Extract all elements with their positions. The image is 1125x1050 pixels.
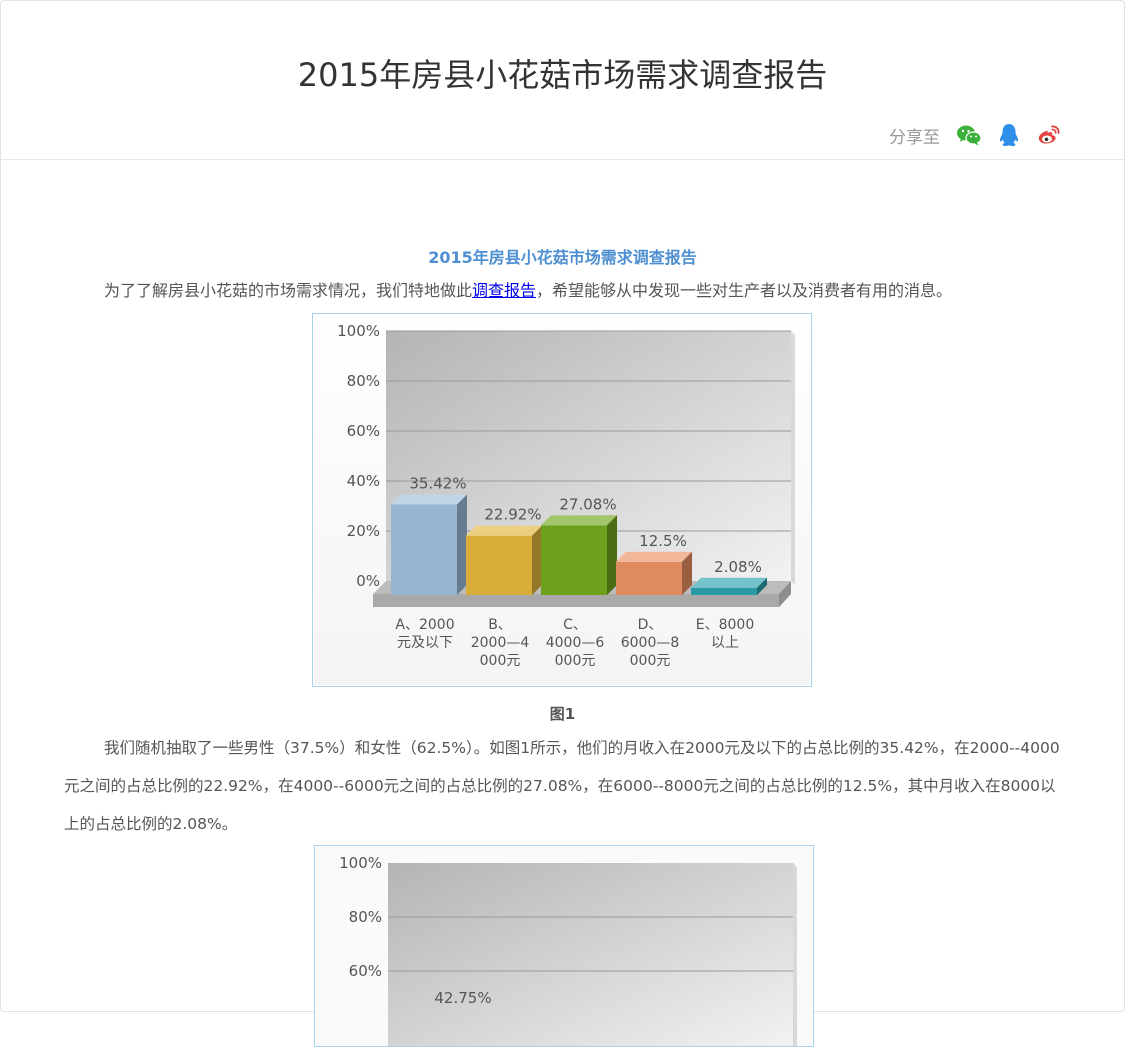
y-tick-label: 100% <box>339 854 382 872</box>
intro-paragraph: 为了了解房县小花菇的市场需求情况，我们特地做此调查报告，希望能够从中发现一些对生… <box>64 281 1061 301</box>
plot-side-wall <box>791 331 795 585</box>
income-chart-svg: 0% 20% 40% 60% 80% 100% 35.42% A、2000 元及以下 22.92… <box>314 315 810 685</box>
bar[interactable] <box>616 561 682 595</box>
bar-value-label: 42.75% <box>434 989 491 1007</box>
x-category-label: 000元 <box>630 653 671 669</box>
article-header: 2015年房县小花菇市场需求调查报告 分享至 <box>0 0 1125 160</box>
bar-side <box>607 515 617 595</box>
bar-top <box>466 525 542 536</box>
page-title: 2015年房县小花菇市场需求调查报告 <box>297 56 828 94</box>
intro-text-before: 为了了解房县小花菇的市场需求情况，我们特地做此 <box>104 281 473 300</box>
y-tick-label: 100% <box>337 322 380 340</box>
bar-side <box>457 494 467 595</box>
article-subtitle: 2015年房县小花菇市场需求调查报告 <box>428 248 697 267</box>
bar-value-label: 22.92% <box>484 506 541 524</box>
y-tick-label: 0% <box>356 572 380 590</box>
y-tick-label: 80% <box>349 908 382 926</box>
y-tick-label: 60% <box>347 422 380 440</box>
bar[interactable] <box>391 504 457 595</box>
x-category-label: 000元 <box>555 653 596 669</box>
second-chart: 100% 80% 60% 42.75% <box>314 845 814 1047</box>
y-tick-label: 20% <box>347 522 380 540</box>
weibo-icon[interactable] <box>1036 122 1062 148</box>
bar[interactable] <box>541 525 607 595</box>
y-tick-label: 40% <box>347 472 380 490</box>
x-category-label: B、 <box>488 617 512 633</box>
x-category-label: A、2000 <box>395 617 454 633</box>
bar[interactable] <box>466 535 532 595</box>
bar-side <box>532 525 542 595</box>
bar[interactable] <box>691 587 757 595</box>
bar-top <box>391 494 467 505</box>
figure-1-caption: 图1 <box>549 705 576 723</box>
x-category-label: E、8000 <box>696 617 754 633</box>
share-bar: 分享至 <box>889 122 1062 148</box>
x-category-label: 元及以下 <box>397 635 453 651</box>
bar-value-label: 35.42% <box>409 474 466 492</box>
x-category-label: C、 <box>563 617 587 633</box>
plot-area <box>388 863 793 1046</box>
x-category-label: 4000—6 <box>546 635 605 651</box>
x-category-label: 6000—8 <box>621 635 680 651</box>
qq-icon[interactable] <box>996 122 1022 148</box>
bar-value-label: 12.5% <box>639 532 687 550</box>
x-category-label: D、 <box>638 617 663 633</box>
x-category-label: 以上 <box>711 635 739 651</box>
share-label: 分享至 <box>889 127 940 148</box>
bar-top <box>691 577 767 588</box>
chart-floor-front <box>373 594 779 607</box>
second-chart-svg: 100% 80% 60% 42.75% <box>316 847 812 1046</box>
y-tick-label: 80% <box>347 372 380 390</box>
income-chart: 0% 20% 40% 60% 80% 100% 35.42% A、2000 元及以下 22.92… <box>312 313 812 687</box>
wechat-icon[interactable] <box>956 122 982 148</box>
analysis-paragraph: 我们随机抽取了一些男性（37.5%）和女性（62.5%）。如图1所示，他们的月收… <box>64 739 1060 833</box>
bar-top <box>541 515 617 526</box>
survey-report-link[interactable]: 调查报告 <box>472 281 536 300</box>
bar-value-label: 27.08% <box>559 495 616 513</box>
x-category-label: 000元 <box>480 653 521 669</box>
x-category-label: 2000—4 <box>471 635 530 651</box>
bar-value-label: 2.08% <box>714 558 762 576</box>
intro-text-after: ，希望能够从中发现一些对生产者以及消费者有用的消息。 <box>536 281 953 300</box>
y-tick-label: 60% <box>349 962 382 980</box>
plot-side-wall <box>793 863 797 1046</box>
bar-top <box>616 551 692 562</box>
